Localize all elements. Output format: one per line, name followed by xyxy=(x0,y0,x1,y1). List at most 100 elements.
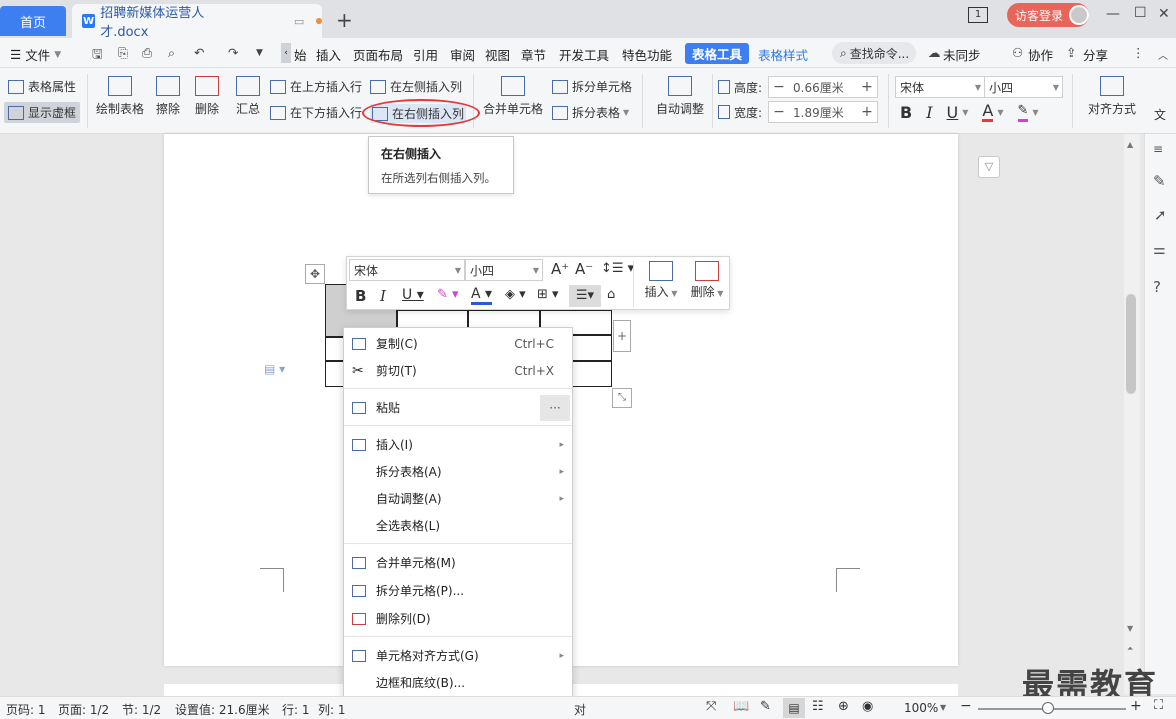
height-field[interactable]: − 0.66厘米 + xyxy=(768,76,879,98)
mini-underline-icon[interactable]: U ▾ xyxy=(402,287,424,303)
ctx-delete-column[interactable]: 删除列(D) xyxy=(344,605,572,632)
share-button[interactable]: 分享 xyxy=(1083,45,1108,64)
collab-button[interactable]: 协作 xyxy=(1028,45,1053,64)
alignment-button[interactable]: 对齐方式 xyxy=(1082,76,1142,117)
menu-tab-reference[interactable]: 引用 xyxy=(413,45,438,64)
document-tab[interactable]: W 招聘新媒体运营人才.docx ▭ xyxy=(72,4,322,40)
redo-icon[interactable]: ↷ xyxy=(228,45,238,60)
fullscreen-icon[interactable]: ⛶ xyxy=(1154,698,1163,713)
ctx-cell-alignment[interactable]: 单元格对齐方式(G) ▸ xyxy=(344,642,572,669)
page-count[interactable]: 页面: 1/2 xyxy=(58,701,109,718)
mini-size-select[interactable]: 小四 ▼ xyxy=(465,259,543,281)
grow-font-icon[interactable]: A⁺ xyxy=(551,260,569,278)
show-grid-button[interactable]: 显示虚框 xyxy=(4,102,81,123)
menu-tab-dev-tools[interactable]: 开发工具 xyxy=(559,45,609,64)
shrink-font-icon[interactable]: A⁻ xyxy=(575,260,593,278)
mini-bold-icon[interactable]: B xyxy=(355,287,366,305)
write-mode-icon[interactable]: ✎ xyxy=(760,699,771,714)
width-increase-button[interactable]: + xyxy=(857,102,877,122)
print-preview-icon[interactable]: ⌕ xyxy=(168,45,175,61)
filter-icon[interactable]: ▽ xyxy=(978,156,1000,178)
monitor-icon[interactable]: ▭ xyxy=(294,15,304,28)
quick-access-dropdown-icon[interactable]: ▼ xyxy=(256,48,263,58)
height-decrease-button[interactable]: − xyxy=(769,77,789,97)
zoom-dropdown-icon[interactable]: ▼ xyxy=(940,703,946,712)
zoom-slider-thumb[interactable] xyxy=(1042,702,1054,714)
doc-outline-icon[interactable]: ▤ ▾ xyxy=(264,362,285,376)
sync-status[interactable]: 未同步 xyxy=(943,45,981,64)
ctx-copy[interactable]: 复制(C) Ctrl+C xyxy=(344,330,572,357)
format-painter-icon[interactable]: ⎘ xyxy=(118,45,128,61)
new-tab-button[interactable]: + xyxy=(336,8,353,32)
ctx-merge-cells[interactable]: 合并单元格(M) xyxy=(344,549,572,576)
web-view-icon[interactable]: ⊕ xyxy=(838,699,849,714)
mini-border-icon[interactable]: ⊞ ▾ xyxy=(537,287,559,302)
undo-icon[interactable]: ↶ xyxy=(194,45,204,60)
split-cells-button[interactable]: 拆分单元格 xyxy=(552,78,632,95)
table-move-handle-icon[interactable]: ✥ xyxy=(305,264,325,284)
scroll-up-icon[interactable]: ▲ xyxy=(1127,140,1133,149)
summary-button[interactable]: 汇总 xyxy=(232,76,264,117)
vertical-scrollbar[interactable]: ▲ ▼ ⏶ ⏷ xyxy=(1124,134,1140,694)
italic-icon[interactable]: I xyxy=(926,103,932,122)
resize-table-icon[interactable]: ⤡ xyxy=(612,388,632,408)
draw-table-button[interactable]: 绘制表格 xyxy=(95,76,145,117)
mini-format-painter-icon[interactable]: ⌂ xyxy=(607,287,615,302)
pen-icon[interactable]: ✎ xyxy=(1153,172,1166,190)
ctx-split-cells[interactable]: 拆分单元格(P)... xyxy=(344,577,572,604)
line-spacing-icon[interactable]: ↕☰ ▾ xyxy=(601,261,634,276)
read-mode-icon[interactable]: 📖 xyxy=(733,699,749,714)
file-menu[interactable]: ☰ 文件 ▼ xyxy=(10,45,61,64)
menu-tab-view[interactable]: 视图 xyxy=(485,45,510,64)
menu-tab-special[interactable]: 特色功能 xyxy=(622,45,672,64)
page-indicator-icon[interactable]: 1 xyxy=(968,7,988,23)
ctx-auto-fit[interactable]: 自动调整(A) ▸ xyxy=(344,485,572,512)
auto-fit-button[interactable]: 自动调整 xyxy=(652,76,708,117)
height-increase-button[interactable]: + xyxy=(857,77,877,97)
insert-below-button[interactable]: 在下方插入行 xyxy=(270,104,362,121)
page-code[interactable]: 页码: 1 xyxy=(6,701,46,718)
mini-highlight-icon[interactable]: ✎ ▾ xyxy=(437,287,459,302)
fit-screen-icon[interactable]: ⤧ xyxy=(706,699,716,714)
mini-delete-button[interactable]: 删除 ▼ xyxy=(687,261,727,300)
menu-tab-review[interactable]: 审阅 xyxy=(450,45,475,64)
collapse-ribbon-icon[interactable]: ︿ xyxy=(1158,47,1168,62)
mini-shading-icon[interactable]: ◈ ▾ xyxy=(505,287,526,302)
add-column-icon[interactable]: + xyxy=(613,320,631,352)
eye-protection-icon[interactable]: ◉ xyxy=(862,699,873,714)
split-table-button[interactable]: 拆分表格 ▼ xyxy=(552,104,629,121)
menu-tab-section[interactable]: 章节 xyxy=(521,45,546,64)
outline-view-icon[interactable]: ☷ xyxy=(812,699,824,714)
merge-cells-button[interactable]: 合并单元格 xyxy=(482,76,544,117)
font-name-select[interactable]: 宋体 ▼ xyxy=(895,76,985,98)
zoom-out-icon[interactable]: − xyxy=(960,698,972,714)
menu-tab-insert[interactable]: 插入 xyxy=(316,45,341,64)
command-search-input[interactable]: ⌕ 查找命令... xyxy=(832,42,916,64)
width-decrease-button[interactable]: − xyxy=(769,102,789,122)
ctx-borders-shading[interactable]: 边框和底纹(B)... xyxy=(344,669,572,696)
scroll-down-icon[interactable]: ▼ xyxy=(1127,624,1133,633)
font-size-select[interactable]: 小四 ▼ xyxy=(985,76,1063,98)
minimize-button[interactable]: — xyxy=(1106,6,1120,22)
text-direction-button[interactable]: 文 xyxy=(1154,106,1166,123)
ctx-select-table[interactable]: 全选表格(L) xyxy=(344,512,572,539)
menu-tab-table-style[interactable]: 表格样式 xyxy=(758,45,808,64)
erase-button[interactable]: 擦除 xyxy=(152,76,184,117)
maximize-button[interactable]: ☐ xyxy=(1134,5,1147,21)
bold-icon[interactable]: B xyxy=(900,103,912,122)
chevron-down-icon[interactable]: ▼ xyxy=(997,108,1003,117)
home-tab[interactable]: 首页 xyxy=(0,6,66,36)
mini-italic-icon[interactable]: I xyxy=(380,287,386,305)
delete-button[interactable]: 删除 xyxy=(189,76,225,117)
close-button[interactable]: ✕ xyxy=(1158,6,1170,22)
ctx-insert[interactable]: 插入(I) ▸ xyxy=(344,431,572,458)
menu-tab-start[interactable]: 始 xyxy=(294,45,307,64)
mini-font-select[interactable]: 宋体 ▼ xyxy=(349,259,465,281)
ctx-cut[interactable]: ✂ 剪切(T) Ctrl+X xyxy=(344,357,572,384)
insert-left-button[interactable]: 在左侧插入列 xyxy=(370,78,462,95)
chevron-down-icon[interactable]: ▼ xyxy=(962,108,968,117)
paste-options-button[interactable]: ··· xyxy=(540,394,570,421)
mini-font-color-icon[interactable]: A ▾ xyxy=(471,286,493,305)
scroll-thumb[interactable] xyxy=(1126,294,1136,394)
width-field[interactable]: − 1.89厘米 + xyxy=(768,101,879,123)
